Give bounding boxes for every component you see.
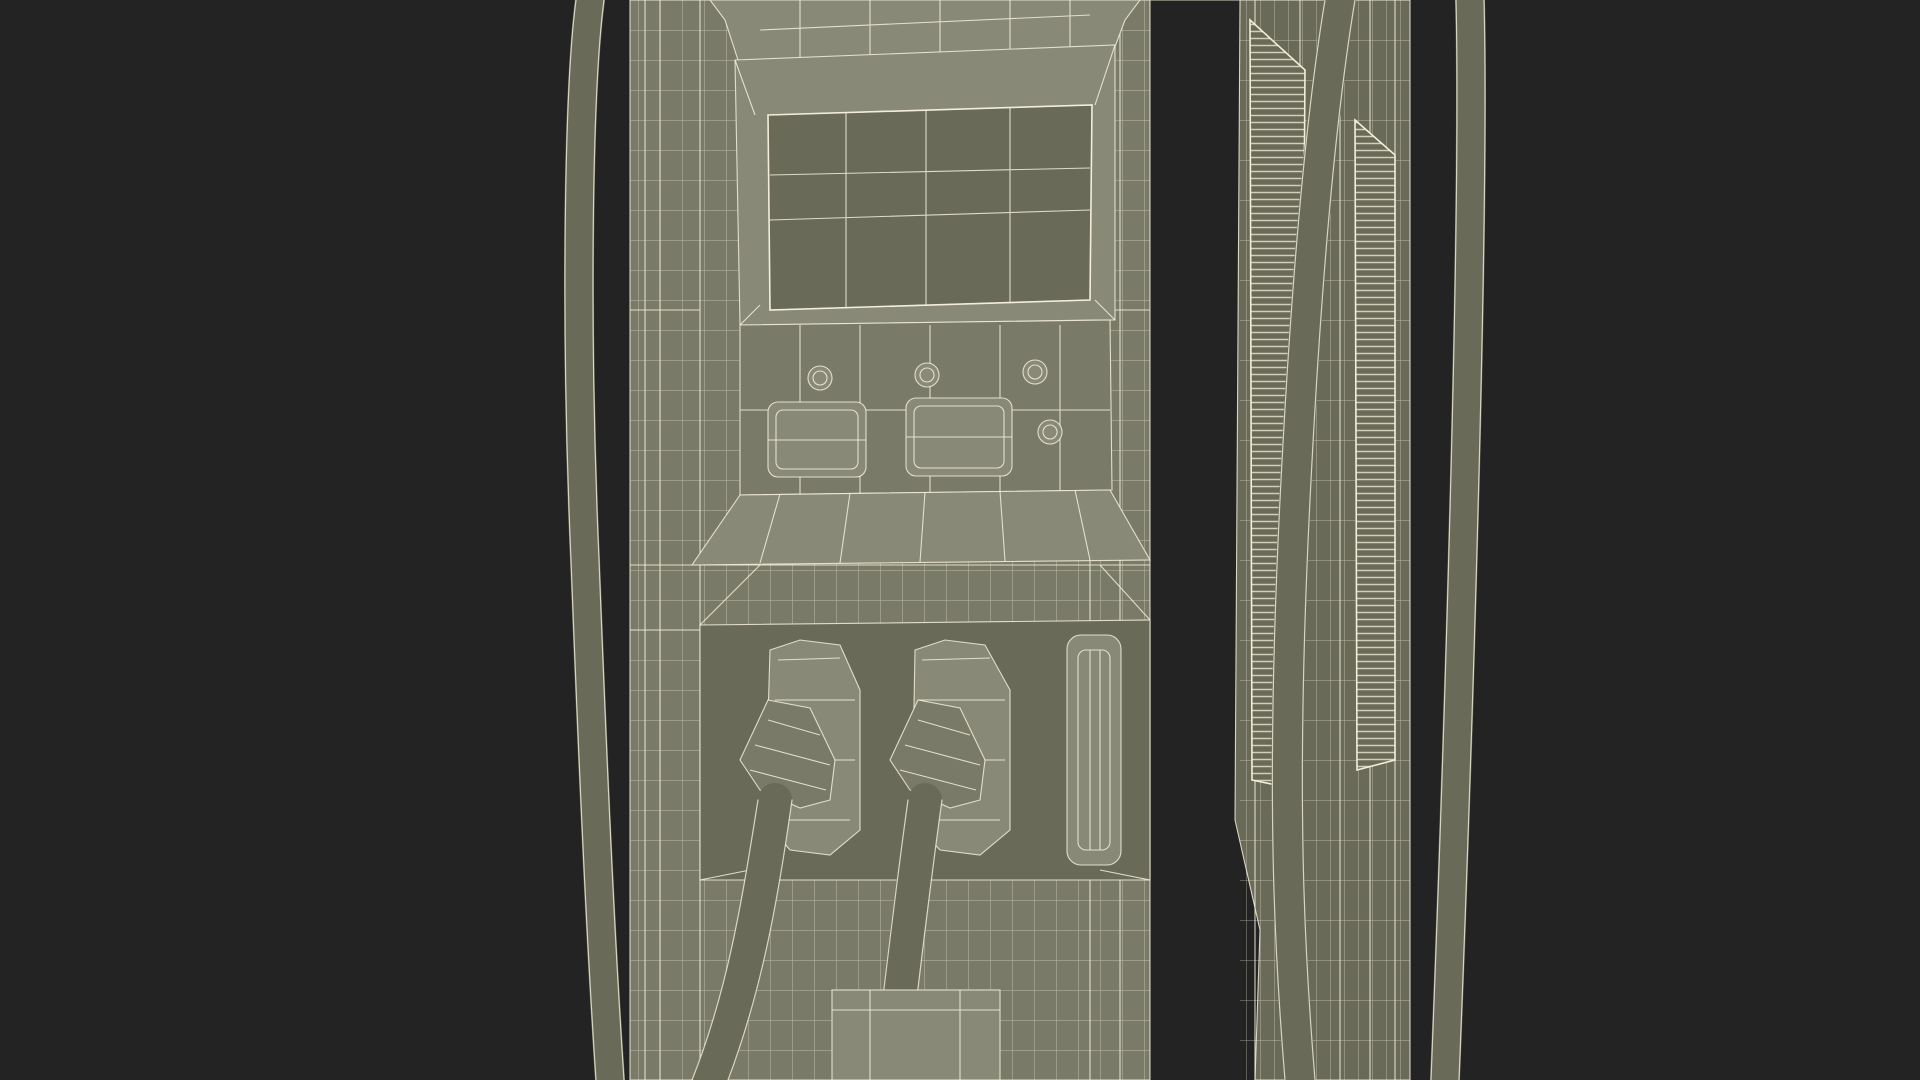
display-screen — [767, 104, 1093, 311]
hanging-cable-right — [1430, 0, 1486, 1080]
bottom-plate — [831, 989, 1001, 1080]
button-4 — [1037, 419, 1063, 445]
wireframe-viewport — [0, 0, 1920, 1080]
button-1 — [807, 365, 833, 391]
wireframe-scene — [563, 0, 1486, 1080]
hanging-cable-left — [563, 0, 625, 1080]
card-reader-left — [767, 401, 867, 478]
status-light-strip — [1066, 634, 1122, 866]
button-3 — [1022, 359, 1048, 385]
panel-ledge — [690, 489, 1151, 566]
vent-grille-lower — [1354, 118, 1396, 772]
button-2 — [914, 362, 940, 388]
card-reader-right — [905, 397, 1013, 477]
